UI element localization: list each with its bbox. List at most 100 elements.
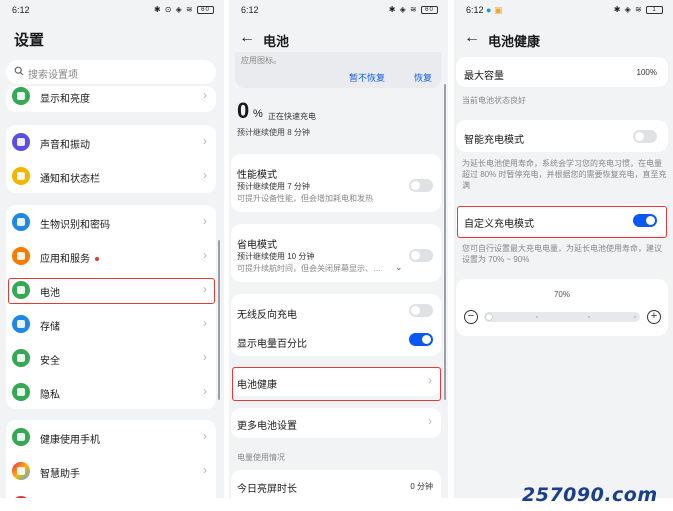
chevron-right-icon: › <box>203 350 207 364</box>
notification-dot <box>95 257 99 262</box>
chevron-right-icon: › <box>203 168 207 182</box>
settings-item-label: 生物识别和密码 <box>40 220 110 231</box>
status-time: 6:12 ● ▣ <box>466 5 503 16</box>
power-saving-card[interactable]: 省电模式 预计继续使用 10 分钟 可提升续航时间，但会关闭屏幕显示、… ⌄ <box>231 224 441 282</box>
show-percentage-toggle[interactable] <box>409 333 433 346</box>
page-title: 设置 <box>14 32 45 49</box>
settings-item-storage[interactable]: 存储 › <box>6 307 216 341</box>
back-arrow-icon[interactable]: ← <box>462 28 482 48</box>
chevron-right-icon: › <box>203 134 207 148</box>
chevron-right-icon: › <box>203 463 207 477</box>
slider-tick <box>634 316 636 318</box>
power-saving-toggle[interactable] <box>409 249 433 262</box>
capacity-status: 当前电池状态良好 <box>462 96 526 105</box>
smart-charging-hint: 为延长电池使用寿命，系统会学习您的充电习惯，在电量超过 80% 时暂停充电，并根… <box>462 159 667 190</box>
battery-status-icon: 60 <box>421 5 438 14</box>
sun-icon <box>12 87 30 105</box>
slider-value-label: 70% <box>553 290 570 299</box>
settings-item-next[interactable] <box>6 488 216 498</box>
bell-icon <box>12 167 30 185</box>
back-arrow-icon[interactable]: ← <box>237 28 257 48</box>
battery-status-icon: 1 <box>646 5 663 14</box>
settings-item-privacy[interactable]: 隐私 › <box>6 375 216 409</box>
shield-icon <box>12 349 30 367</box>
wireless-reverse-row[interactable]: 无线反向充电 <box>231 294 441 328</box>
status-bar: 6:12 ✱ ⊙ ◈ ≋ 60 <box>0 0 224 20</box>
scrollbar[interactable] <box>444 84 446 400</box>
settings-item-assistant[interactable]: 智慧助手 › <box>6 454 216 488</box>
settings-item-security[interactable]: 安全 › <box>6 341 216 375</box>
smart-charging-row[interactable]: 智能充电模式 <box>456 120 668 152</box>
screen-time-value: 0 分钟 <box>410 482 433 491</box>
restore-button[interactable]: 恢复 <box>414 71 432 84</box>
show-percentage-label: 显示电量百分比 <box>237 339 307 350</box>
max-capacity-value: 100% <box>636 68 657 77</box>
battery-percent: 0 <box>237 98 250 123</box>
status-bar: 6:12 ✱ ◈ ≋ 60 <box>229 0 448 20</box>
charge-limit-slider[interactable] <box>484 312 640 322</box>
show-percentage-row[interactable]: 显示电量百分比 <box>231 324 441 358</box>
settings-item-display[interactable]: 显示和亮度 › <box>6 79 216 113</box>
chevron-right-icon: › <box>203 316 207 330</box>
performance-mode-estimate: 预计继续使用 7 分钟 <box>237 182 310 191</box>
page-title: 电池健康 <box>488 34 541 49</box>
watermark-logo: 257090.com <box>522 484 658 506</box>
battery-level-block: 0 % 正在快速充电 预计继续使用 8 分钟 <box>237 98 437 142</box>
settings-item-sound[interactable]: 声音和振动 › <box>6 125 216 159</box>
signal-icons: ✱ ◈ ≋ <box>388 5 418 14</box>
settings-item-apps[interactable]: 应用和服务 › <box>6 239 216 273</box>
settings-group-system: 生物识别和密码 › 应用和服务 › 电池 › 存储 › 安全 › 隐私 › <box>6 205 216 409</box>
speaker-icon <box>12 133 30 151</box>
battery-health-highlight <box>232 367 441 401</box>
slider-thumb[interactable] <box>485 313 493 321</box>
hourglass-icon <box>12 428 30 446</box>
performance-mode-toggle[interactable] <box>409 179 433 192</box>
settings-item-biometrics[interactable]: 生物识别和密码 › <box>6 205 216 239</box>
screen-time-row: 今日亮屏时长 0 分钟 <box>231 470 441 498</box>
charge-limit-card: 70% − + <box>456 279 668 336</box>
dismiss-button[interactable]: 暂不恢复 <box>349 71 385 84</box>
settings-group-sound: 声音和振动 › 通知和状态栏 › <box>6 125 216 193</box>
key-icon <box>12 213 30 231</box>
power-saving-hint: 可提升续航时间，但会关闭屏幕显示、… <box>237 264 381 273</box>
wireless-reverse-toggle[interactable] <box>409 304 433 317</box>
smart-charging-label: 智能充电模式 <box>464 135 524 146</box>
banner-text: 应用图标。 <box>241 56 281 65</box>
more-battery-settings-row[interactable]: 更多电池设置 › <box>231 408 441 438</box>
settings-item-notifications[interactable]: 通知和状态栏 › <box>6 159 216 193</box>
settings-item-label: 存储 <box>40 322 60 333</box>
expand-chevron-icon[interactable]: ⌄ <box>395 262 403 273</box>
settings-item-label: 健康使用手机 <box>40 435 100 446</box>
chevron-right-icon: › <box>428 414 432 428</box>
charging-options-card: 无线反向充电 显示电量百分比 <box>231 294 441 356</box>
battery-screen: 6:12 ✱ ◈ ≋ 60 ← 电池 应用图标。 暂不恢复 恢复 0 % 正在快… <box>229 0 448 498</box>
smart-charging-toggle[interactable] <box>633 130 657 143</box>
slider-tick <box>536 316 538 318</box>
chevron-right-icon: › <box>203 88 207 102</box>
status-time: 6:12 <box>241 5 259 15</box>
status-time-text: 6:12 <box>466 5 484 15</box>
battery-status-icon: 60 <box>197 5 214 14</box>
plus-button[interactable]: + <box>647 310 661 324</box>
custom-charging-hint: 您可自行设置最大充电电量，为延长电池使用寿命，建议设置为 70% ~ 90% <box>462 244 662 264</box>
settings-item-label: 显示和亮度 <box>40 94 90 105</box>
restore-banner: 应用图标。 暂不恢复 恢复 <box>235 52 441 88</box>
minus-button[interactable]: − <box>464 310 478 324</box>
settings-screen: 6:12 ✱ ⊙ ◈ ≋ 60 设置 搜索设置项 显示和亮度 › 声音和振动 ›… <box>0 0 224 498</box>
performance-mode-card[interactable]: 性能模式 预计继续使用 7 分钟 可提升设备性能，但会增加耗电和发热 <box>231 154 441 212</box>
chevron-right-icon: › <box>203 429 207 443</box>
settings-group-display: 显示和亮度 › <box>6 86 216 112</box>
scrollbar[interactable] <box>218 240 220 400</box>
chevron-right-icon: › <box>203 248 207 262</box>
settings-item-digital-balance[interactable]: 健康使用手机 › <box>6 420 216 454</box>
navbar: ← 电池 <box>229 28 448 50</box>
assistant-icon <box>12 462 30 480</box>
status-icons: ✱ ⊙ ◈ ≋ 60 <box>154 5 214 14</box>
app-notification-icon: ▣ <box>494 5 503 15</box>
signal-icons: ✱ ⊙ ◈ ≋ <box>153 5 194 14</box>
search-icon <box>14 66 24 76</box>
battery-item-highlight <box>8 278 215 304</box>
percent-unit: % <box>253 108 263 120</box>
status-icons: ✱ ◈ ≋ 60 <box>389 5 438 14</box>
notification-dot-icon: ● <box>486 5 492 15</box>
